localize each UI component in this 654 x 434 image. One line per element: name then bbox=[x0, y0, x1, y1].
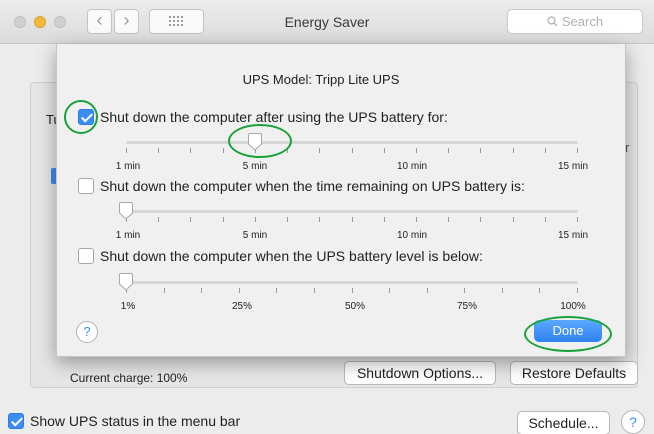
chevron-left-icon: ‹ bbox=[96, 10, 103, 30]
show-ups-status-label: Show UPS status in the menu bar bbox=[30, 413, 241, 429]
done-button[interactable]: Done bbox=[534, 320, 602, 342]
slider-tick bbox=[384, 217, 385, 222]
slider-track bbox=[126, 281, 578, 284]
slider-tick bbox=[352, 217, 353, 222]
search-placeholder: Search bbox=[561, 14, 604, 29]
slider-label: 15 min bbox=[557, 230, 589, 241]
back-button[interactable]: ‹ bbox=[87, 9, 112, 34]
slider-tick bbox=[287, 217, 288, 222]
help-button[interactable]: ? bbox=[621, 410, 645, 434]
slider-tick bbox=[276, 288, 277, 293]
slider-label: 10 min bbox=[396, 230, 428, 241]
time-remaining-checkbox[interactable] bbox=[78, 178, 94, 194]
slider-thumb[interactable] bbox=[118, 202, 134, 220]
slider-tick bbox=[464, 288, 465, 293]
slider-tick bbox=[480, 148, 481, 153]
slider-tick bbox=[319, 148, 320, 153]
slider-label: 25% bbox=[231, 301, 253, 312]
slider-tick bbox=[427, 288, 428, 293]
current-charge-text: Current charge: 100% bbox=[70, 371, 188, 385]
slider-tick bbox=[223, 148, 224, 153]
slider-track bbox=[126, 141, 578, 144]
slider-track bbox=[126, 210, 578, 213]
slider-tick bbox=[158, 148, 159, 153]
option-battery-time-row: Shut down the computer after using the U… bbox=[78, 109, 448, 125]
zoom-window-button[interactable] bbox=[54, 16, 66, 28]
slider-tick bbox=[239, 288, 240, 293]
slider-tick bbox=[513, 217, 514, 222]
slider-label: 1% bbox=[120, 301, 136, 312]
grid-icon bbox=[168, 16, 183, 26]
search-field[interactable]: Search bbox=[507, 9, 643, 34]
title-bar: ‹ › Energy Saver Search bbox=[0, 0, 654, 44]
ups-model-value: Tripp Lite UPS bbox=[315, 72, 400, 87]
battery-level-label: Shut down the computer when the UPS batt… bbox=[100, 248, 483, 264]
slider-label: 5 min bbox=[242, 161, 268, 172]
battery-level-slider[interactable] bbox=[119, 273, 578, 293]
slider-tick bbox=[539, 288, 540, 293]
slider-label: 50% bbox=[344, 301, 366, 312]
option-battery-level-row: Shut down the computer when the UPS batt… bbox=[78, 248, 483, 264]
slider-tick bbox=[158, 217, 159, 222]
slider-thumb[interactable] bbox=[118, 273, 134, 291]
schedule-button[interactable]: Schedule... bbox=[517, 411, 610, 434]
restore-defaults-button[interactable]: Restore Defaults bbox=[510, 361, 638, 385]
slider-label: 1 min bbox=[115, 230, 141, 241]
show-ups-status-checkbox[interactable] bbox=[8, 413, 24, 429]
battery-level-checkbox[interactable] bbox=[78, 248, 94, 264]
slider-tick bbox=[223, 217, 224, 222]
slider-label: 100% bbox=[560, 301, 586, 312]
slider-label: 75% bbox=[456, 301, 478, 312]
slider-tick bbox=[513, 148, 514, 153]
forward-button[interactable]: › bbox=[114, 9, 139, 34]
slider-tick bbox=[190, 217, 191, 222]
slider-tick bbox=[352, 148, 353, 153]
battery-time-checkbox[interactable] bbox=[78, 109, 94, 125]
slider-tick bbox=[416, 217, 417, 222]
battery-time-label: Shut down the computer after using the U… bbox=[100, 109, 448, 125]
slider-tick bbox=[448, 148, 449, 153]
slider-tick bbox=[314, 288, 315, 293]
slider-tick bbox=[448, 217, 449, 222]
option-time-remaining-row: Shut down the computer when the time rem… bbox=[78, 178, 525, 194]
show-all-button[interactable] bbox=[149, 9, 204, 34]
chevron-right-icon: › bbox=[123, 10, 130, 30]
time-remaining-label: Shut down the computer when the time rem… bbox=[100, 178, 525, 194]
battery-time-slider[interactable] bbox=[126, 133, 578, 153]
time-remaining-slider[interactable] bbox=[119, 202, 578, 222]
slider-tick bbox=[577, 288, 578, 293]
slider-label: 5 min bbox=[242, 230, 268, 241]
sheet-help-button[interactable]: ? bbox=[76, 321, 98, 343]
slider-tick bbox=[577, 148, 578, 153]
close-window-button[interactable] bbox=[14, 16, 26, 28]
slider-label: 15 min bbox=[557, 161, 589, 172]
slider-thumb[interactable] bbox=[247, 133, 263, 151]
slider-tick bbox=[126, 148, 127, 153]
slider-tick bbox=[416, 148, 417, 153]
ups-model-label: UPS Model: bbox=[242, 72, 312, 87]
slider-tick bbox=[164, 288, 165, 293]
shutdown-options-button[interactable]: Shutdown Options... bbox=[344, 361, 496, 385]
search-icon bbox=[547, 16, 558, 27]
show-ups-status-row: Show UPS status in the menu bar bbox=[8, 413, 240, 429]
slider-tick bbox=[352, 288, 353, 293]
slider-label: 1 min bbox=[115, 161, 141, 172]
slider-tick bbox=[255, 217, 256, 222]
slider-tick bbox=[502, 288, 503, 293]
slider-tick bbox=[577, 217, 578, 222]
ups-shutdown-options-sheet: UPS Model: Tripp Lite UPS Shut down the … bbox=[56, 44, 626, 357]
slider-tick bbox=[389, 288, 390, 293]
slider-tick bbox=[545, 217, 546, 222]
slider-label: 10 min bbox=[396, 161, 428, 172]
slider-tick bbox=[201, 288, 202, 293]
minimize-window-button[interactable] bbox=[34, 16, 46, 28]
slider-tick bbox=[480, 217, 481, 222]
ups-model-row: UPS Model: Tripp Lite UPS bbox=[57, 72, 625, 87]
slider-tick bbox=[319, 217, 320, 222]
slider-tick bbox=[384, 148, 385, 153]
slider-tick bbox=[545, 148, 546, 153]
slider-tick bbox=[287, 148, 288, 153]
slider-tick bbox=[190, 148, 191, 153]
